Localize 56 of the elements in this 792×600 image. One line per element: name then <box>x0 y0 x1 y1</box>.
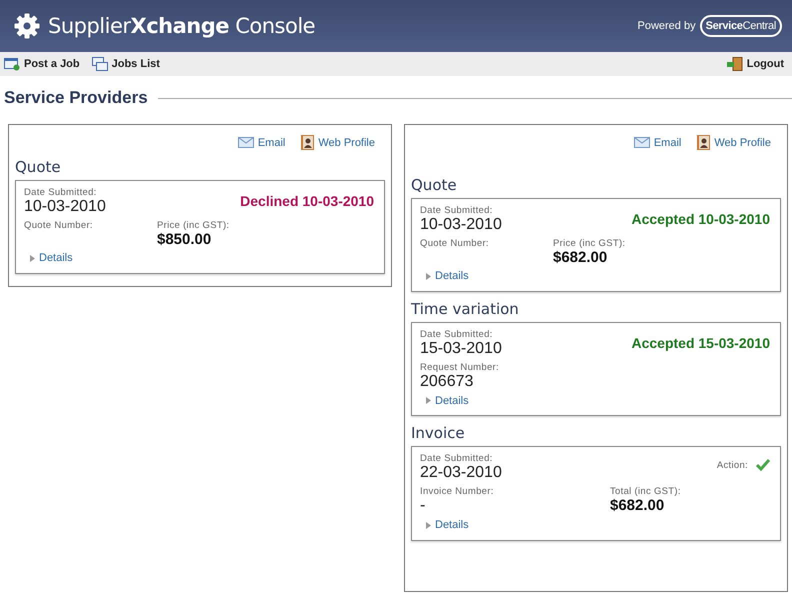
card-heading: Invoice <box>411 424 466 442</box>
date-value: 10-03-2010 <box>24 198 106 216</box>
field-label: Price (inc GST): <box>553 238 626 249</box>
triangle-right-icon <box>30 254 35 262</box>
brand-logo: ServiceCentral <box>700 15 782 37</box>
gear-icon <box>14 13 40 39</box>
details-toggle[interactable]: Details <box>426 394 469 406</box>
field-label: Quote Number: <box>24 220 94 231</box>
nav-link[interactable]: Jobs List <box>92 57 160 71</box>
status-text: Declined 10-03-2010 <box>240 193 374 211</box>
email-link[interactable]: Email <box>634 135 682 150</box>
card-heading: Quote <box>15 158 62 176</box>
field-label: Quote Number: <box>420 238 490 249</box>
envelope-icon <box>238 137 254 148</box>
profile-card-icon <box>301 135 314 150</box>
number-value: 206673 <box>420 372 474 390</box>
nav-link[interactable]: Post a Job <box>4 57 80 71</box>
profile-link[interactable]: Web Profile <box>697 135 771 150</box>
door-exit-icon <box>726 57 743 71</box>
details-toggle[interactable]: Details <box>30 252 73 264</box>
triangle-right-icon <box>426 522 431 528</box>
amount-value: $682.00 <box>610 497 666 514</box>
profile-card-icon <box>697 135 710 150</box>
action-label: Action: <box>716 460 748 470</box>
date-value: 22-03-2010 <box>420 464 502 482</box>
profile-link[interactable]: Web Profile <box>301 135 375 150</box>
field-label: Request Number: <box>420 362 500 372</box>
date-value: 10-03-2010 <box>420 216 502 234</box>
status-text: Accepted 15-03-2010 <box>631 334 770 353</box>
card-heading: Quote <box>411 176 458 194</box>
triangle-right-icon <box>426 397 431 404</box>
logout-link[interactable]: Logout <box>726 57 784 71</box>
section-title: Service Providers <box>4 88 148 108</box>
app-title: SupplierXchange Console <box>48 14 316 38</box>
card-heading: Time variation <box>411 300 520 318</box>
field-label: Date Submitted: <box>420 328 494 340</box>
field-label: Date Submitted: <box>420 205 494 216</box>
date-value: 15-03-2010 <box>420 340 502 358</box>
window-add-icon <box>4 57 20 71</box>
amount-value: $682.00 <box>553 249 608 266</box>
email-link[interactable]: Email <box>238 135 286 150</box>
checkmark-icon[interactable] <box>756 459 770 471</box>
field-label: Date Submitted: <box>24 187 98 198</box>
field-label: Price (inc GST): <box>157 220 230 231</box>
details-toggle[interactable]: Details <box>426 519 469 531</box>
field-label: Date Submitted: <box>420 453 494 464</box>
number-value: - <box>420 497 426 515</box>
amount-value: $850.00 <box>157 231 212 248</box>
powered-by-text: Powered by <box>637 20 696 32</box>
windows-stack-icon <box>92 57 108 71</box>
field-label: Invoice Number: <box>420 486 495 497</box>
details-toggle[interactable]: Details <box>426 270 469 282</box>
triangle-right-icon <box>426 272 431 280</box>
envelope-icon <box>634 137 650 148</box>
status-text: Accepted 10-03-2010 <box>631 211 770 229</box>
field-label: Total (inc GST): <box>610 486 681 497</box>
